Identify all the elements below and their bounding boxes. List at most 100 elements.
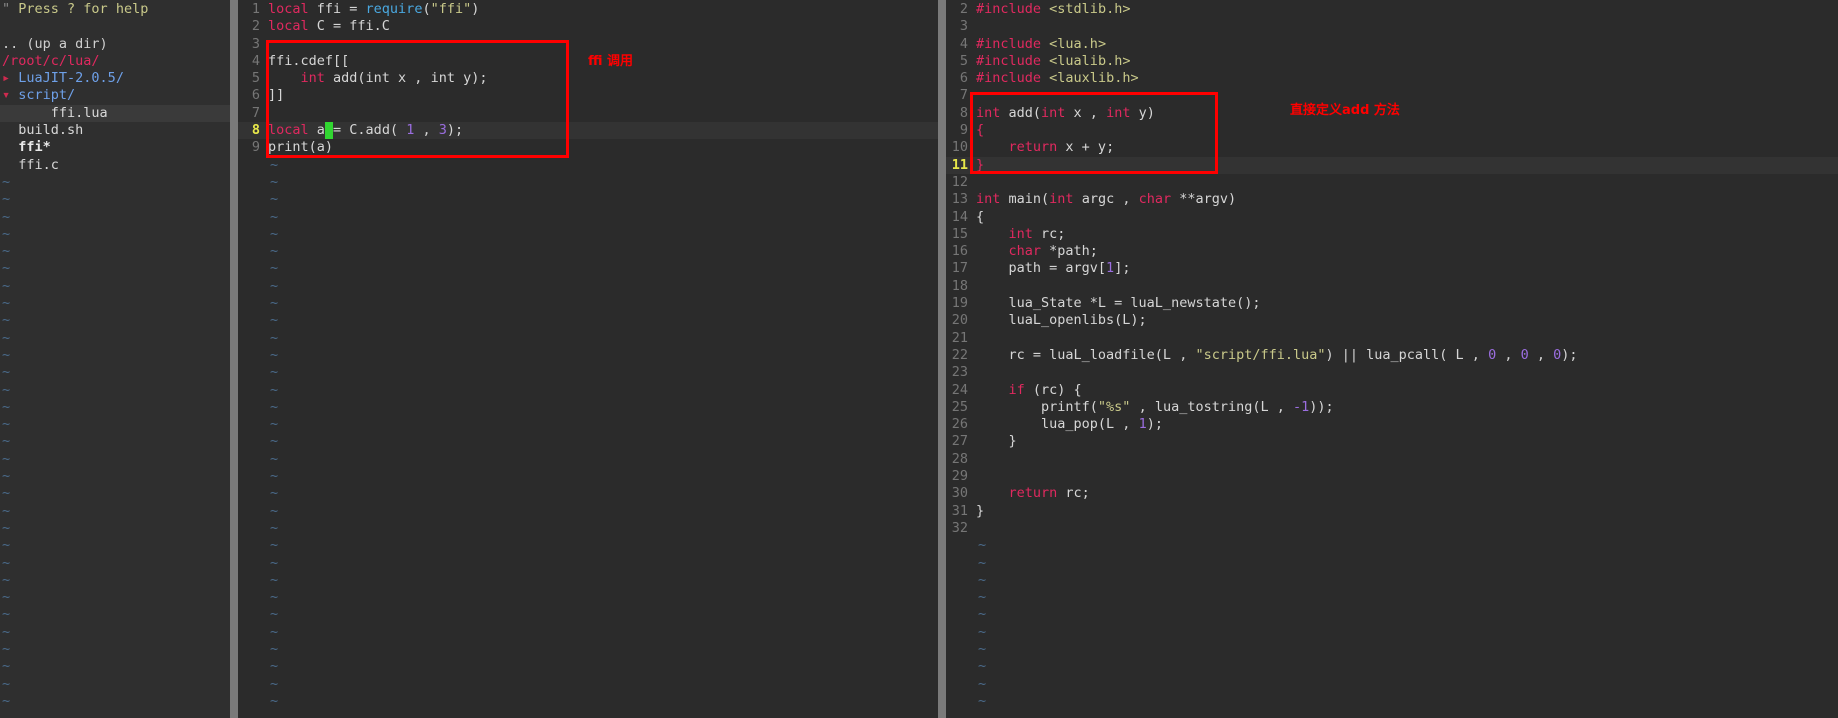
nerdtree-filler-tilde: ~ [2, 398, 11, 415]
code-line[interactable]: 26 lua_pop(L , 1); [946, 416, 1838, 433]
code-line[interactable]: 29 [946, 468, 1838, 485]
vertical-split-divider-1[interactable] [230, 0, 238, 718]
line-number: 3 [251, 35, 260, 52]
code-line[interactable]: 9{ [946, 122, 1838, 139]
line-content: path = argv[1]; [976, 260, 1131, 277]
code-line[interactable]: 5 #include <lualib.h> [946, 53, 1838, 70]
code-line[interactable]: 3 [946, 18, 1838, 35]
line-number: 18 [951, 277, 968, 294]
nerdtree-item-luajit-2-0-5-[interactable]: ▸ LuaJIT-2.0.5/ [0, 70, 230, 87]
code-line[interactable]: 6]] [238, 87, 938, 104]
line-number: 27 [951, 433, 968, 450]
line-number: 19 [951, 295, 968, 312]
code-line[interactable]: 32 [946, 520, 1838, 537]
nerdtree-up-dir[interactable]: .. (up a dir) [0, 36, 230, 53]
code-line[interactable]: 14 { [946, 209, 1838, 226]
nerdtree-filler-tilde: ~ [2, 225, 11, 242]
filler-tilde: ~ [270, 398, 279, 415]
code-line[interactable]: 17 path = argv[1]; [946, 260, 1838, 277]
code-line[interactable]: 11} [946, 156, 1838, 174]
nerdtree-item-ffi-c[interactable]: ffi.c [0, 157, 230, 174]
line-content: char *path; [1008, 243, 1098, 260]
nerdtree-file-explorer[interactable]: " Press ? for help .. (up a dir)/root/c/… [0, 0, 230, 718]
filler-tilde: ~ [978, 571, 987, 588]
code-line[interactable]: 3 [238, 36, 938, 53]
line-number: 26 [951, 416, 968, 433]
filler-tilde: ~ [270, 606, 279, 623]
filler-tilde: ~ [270, 156, 279, 173]
line-content: local a = C.add( 1 , 3); [268, 122, 464, 140]
line-number: 9 [251, 139, 260, 156]
code-line[interactable]: 1 local ffi = require("ffi") [238, 1, 938, 18]
line-number: 24 [951, 381, 968, 398]
line-number: 28 [951, 450, 968, 467]
filler-tilde: ~ [270, 243, 279, 260]
filler-tilde: ~ [978, 606, 987, 623]
code-line[interactable]: 15 int rc; [946, 226, 1838, 243]
line-content: lua_State *L = luaL_newstate(); [976, 295, 1261, 312]
code-line[interactable]: 28 [946, 451, 1838, 468]
code-line[interactable]: 20 luaL_openlibs(L); [946, 312, 1838, 329]
code-line[interactable]: 23 [946, 364, 1838, 381]
filler-tilde: ~ [978, 658, 987, 675]
nerdtree-filler-tilde: ~ [2, 277, 11, 294]
code-line[interactable]: 4 #include <lua.h> [946, 36, 1838, 53]
filler-tilde: ~ [978, 692, 987, 709]
code-line[interactable]: 16 char *path; [946, 243, 1838, 260]
ffi-lua-editor-pane[interactable]: 1 local ffi = require("ffi") 2 local C = ff… [238, 0, 938, 718]
filler-tilde: ~ [270, 208, 279, 225]
line-content: if (rc) { [1008, 381, 1082, 398]
line-number: 11 [951, 156, 968, 173]
line-number: 8 [959, 104, 968, 121]
line-number: 14 [951, 208, 968, 225]
code-line[interactable]: 6 #include <lauxlib.h> [946, 70, 1838, 87]
filler-tilde: ~ [978, 554, 987, 571]
line-number: 7 [959, 87, 968, 104]
nerdtree-item-build-sh[interactable]: build.sh [0, 122, 230, 139]
line-content: local ffi = require("ffi") [268, 1, 480, 17]
code-line[interactable]: 30 return rc; [946, 485, 1838, 502]
nerdtree-filler-tilde: ~ [2, 571, 11, 588]
ffi-c-editor-pane[interactable]: 2 #include <stdlib.h> 3 4 #include <lua.h> 5 #… [946, 0, 1838, 718]
code-line[interactable]: 2 local C = ffi.C [238, 18, 938, 35]
line-number: 6 [959, 70, 968, 87]
code-line[interactable]: 31} [946, 503, 1838, 520]
line-number: 23 [951, 364, 968, 381]
nerdtree-item-ffi-[interactable]: ffi* [0, 139, 230, 156]
line-content: lua_pop(L , 1); [976, 416, 1163, 433]
nerdtree-filler-tilde: ~ [2, 554, 11, 571]
code-line[interactable]: 12 [946, 174, 1838, 191]
code-line[interactable]: 2 #include <stdlib.h> [946, 1, 1838, 18]
line-content: rc = luaL_loadfile(L , "script/ffi.lua")… [976, 346, 1578, 363]
nerdtree-item-ffi-lua[interactable]: ffi.lua [0, 104, 230, 123]
filler-tilde: ~ [270, 277, 279, 294]
code-line[interactable]: 9 print(a) [238, 139, 938, 156]
line-content: print(a) [268, 139, 334, 156]
code-line[interactable]: 10 return x + y; [946, 139, 1838, 156]
code-line[interactable]: 13 int main(int argc , char **argv) [946, 191, 1838, 208]
line-number: 31 [951, 502, 968, 519]
line-number: 17 [951, 260, 968, 277]
code-line[interactable]: 25 printf("%s" , lua_tostring(L , -1)); [946, 399, 1838, 416]
code-line[interactable]: 22 rc = luaL_loadfile(L , "script/ffi.lu… [946, 347, 1838, 364]
line-number: 21 [951, 329, 968, 346]
nerdtree-filler-tilde: ~ [2, 675, 11, 692]
code-line[interactable]: 7 [238, 105, 938, 122]
filler-tilde: ~ [270, 675, 279, 692]
code-line[interactable]: 19 lua_State *L = luaL_newstate(); [946, 295, 1838, 312]
code-line[interactable]: 21 [946, 330, 1838, 347]
nerdtree-filler-tilde: ~ [2, 191, 11, 208]
code-line[interactable]: 24 if (rc) { [946, 382, 1838, 399]
line-number: 25 [951, 398, 968, 415]
code-line[interactable]: 8 local a = C.add( 1 , 3); [238, 122, 938, 140]
code-line[interactable]: 5 int add(int x , int y); [238, 70, 938, 87]
filler-tilde: ~ [270, 329, 279, 346]
line-content: int add(int x , int y); [300, 70, 488, 87]
line-number: 15 [951, 225, 968, 242]
code-line[interactable]: 27 } [946, 433, 1838, 450]
vertical-split-divider-2[interactable] [938, 0, 946, 718]
code-line[interactable]: 18 [946, 278, 1838, 295]
filler-tilde: ~ [270, 173, 279, 190]
vim-editor-window: " Press ? for help .. (up a dir)/root/c/… [0, 0, 1838, 718]
nerdtree-item-script-[interactable]: ▾ script/ [0, 87, 230, 104]
